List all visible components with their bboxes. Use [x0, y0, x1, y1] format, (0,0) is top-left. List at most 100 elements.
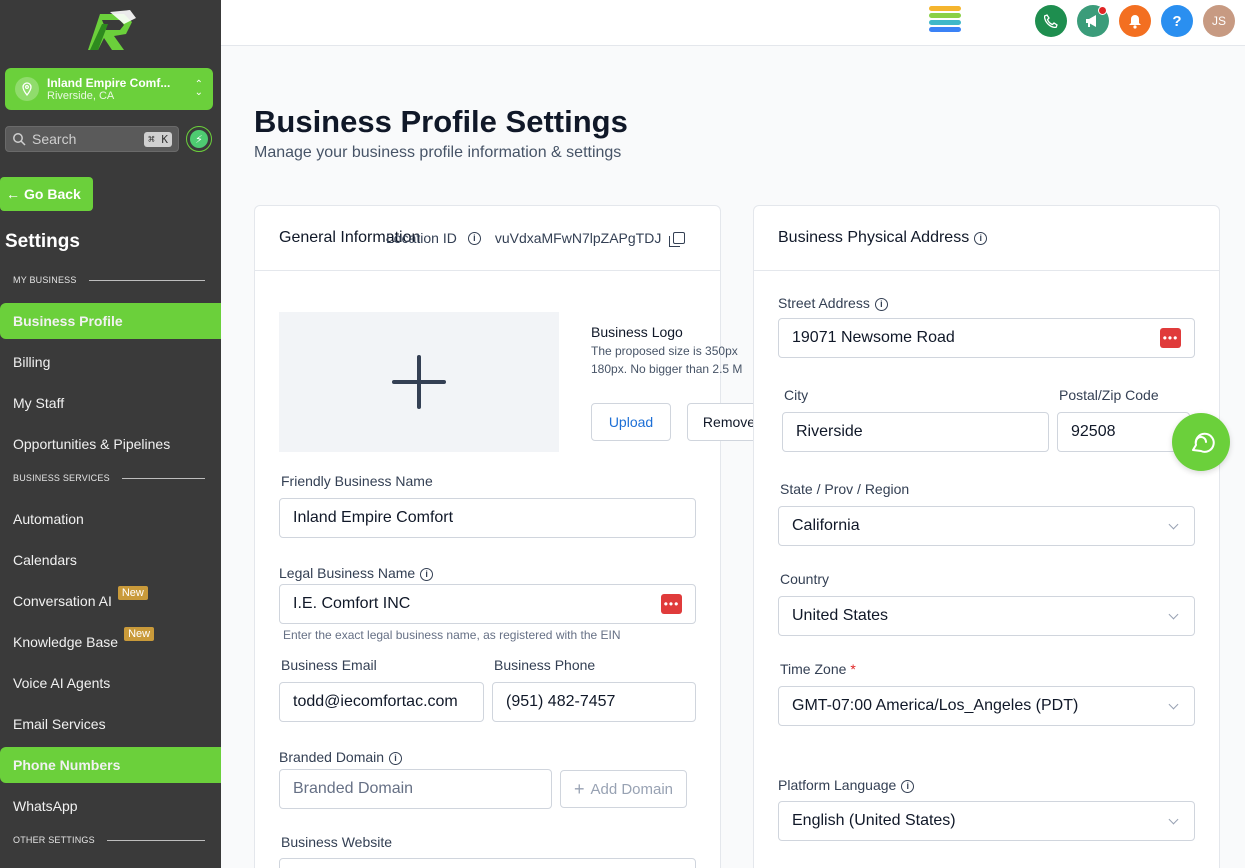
- business-phone-label: Business Phone: [494, 657, 596, 673]
- friendly-name-label: Friendly Business Name: [281, 473, 433, 489]
- add-domain-label: Add Domain: [590, 780, 674, 798]
- physical-address-header: Business Physical Address i: [754, 206, 1219, 271]
- logo-dropzone[interactable]: [279, 312, 559, 452]
- user-avatar[interactable]: JS: [1203, 5, 1235, 37]
- search-shortcut: ⌘ K: [144, 131, 172, 147]
- timezone-select[interactable]: GMT-07:00 America/Los_Angeles (PDT): [778, 686, 1195, 726]
- city-label: City: [784, 387, 809, 403]
- help-button[interactable]: ?: [1161, 5, 1193, 37]
- zip-label: Postal/Zip Code: [1059, 387, 1159, 403]
- legal-name-input[interactable]: I.E. Comfort INC •••: [279, 584, 696, 624]
- sidebar-item-opportunities[interactable]: Opportunities & Pipelines: [0, 426, 221, 462]
- legal-name-value: I.E. Comfort INC: [293, 595, 411, 612]
- page-title: Business Profile Settings: [254, 104, 628, 139]
- section-other-settings: OTHER SETTINGS: [13, 835, 205, 845]
- branded-domain-label: Branded Domain i: [279, 749, 403, 765]
- announcements-button[interactable]: [1077, 5, 1109, 37]
- chevron-down-icon: [1168, 609, 1179, 619]
- password-manager-icon[interactable]: •••: [1160, 328, 1181, 348]
- chat-widget-button[interactable]: [1172, 413, 1230, 471]
- state-label: State / Prov / Region: [780, 481, 910, 497]
- info-icon[interactable]: i: [467, 231, 481, 245]
- sidebar-item-voice-ai[interactable]: Voice AI Agents: [0, 665, 221, 701]
- brand-logo[interactable]: [80, 10, 138, 54]
- phone-button[interactable]: [1035, 5, 1067, 37]
- legal-name-label: Legal Business Name i: [279, 565, 434, 581]
- new-badge: New: [117, 586, 148, 600]
- chevron-down-icon: [1168, 814, 1179, 824]
- location-switcher[interactable]: Inland Empire Comf... Riverside, CA ⌃ ⌄: [5, 68, 213, 110]
- friendly-name-input[interactable]: Inland Empire Comfort: [279, 498, 696, 538]
- new-badge: New: [124, 627, 155, 641]
- country-label: Country: [780, 571, 830, 587]
- password-manager-icon[interactable]: •••: [661, 594, 682, 614]
- info-icon[interactable]: i: [974, 231, 988, 245]
- logo-hint-line-2: 180px. No bigger than 2.5 M: [591, 362, 743, 376]
- add-domain-button[interactable]: + Add Domain: [560, 770, 687, 808]
- legal-name-hint: Enter the exact legal business name, as …: [283, 628, 621, 642]
- chevron-down-icon: [1168, 699, 1179, 709]
- info-icon[interactable]: i: [874, 297, 888, 311]
- business-phone-input[interactable]: (951) 482-7457: [492, 682, 696, 722]
- business-email-label: Business Email: [281, 657, 377, 673]
- sidebar-item-conversation-ai[interactable]: Conversation AI New: [0, 583, 221, 619]
- branded-domain-input[interactable]: Branded Domain: [279, 769, 552, 809]
- street-address-input[interactable]: 19071 Newsome Road •••: [778, 318, 1195, 358]
- timezone-label: Time Zone *: [780, 661, 856, 677]
- platform-language-label: Platform Language i: [778, 777, 915, 793]
- business-website-label: Business Website: [281, 834, 393, 850]
- sidebar-item-automation[interactable]: Automation: [0, 501, 221, 537]
- search-input[interactable]: Search ⌘ K: [5, 126, 179, 152]
- top-bar: ? JS: [221, 0, 1245, 46]
- sidebar-item-email-services[interactable]: Email Services: [0, 706, 221, 742]
- app-stack-icon[interactable]: [929, 6, 961, 36]
- info-icon[interactable]: i: [420, 567, 434, 581]
- arrow-left-icon: ←: [6, 186, 20, 202]
- zip-input[interactable]: 92508: [1057, 412, 1190, 452]
- sidebar-item-calendars[interactable]: Calendars: [0, 542, 221, 578]
- info-icon[interactable]: i: [389, 751, 403, 765]
- sidebar-item-my-staff[interactable]: My Staff: [0, 385, 221, 421]
- business-website-input[interactable]: [279, 858, 696, 868]
- settings-title: Settings: [5, 231, 80, 252]
- zip-value: 92508: [1071, 423, 1116, 440]
- sidebar-item-phone-numbers[interactable]: Phone Numbers: [0, 747, 221, 783]
- city-input[interactable]: Riverside: [782, 412, 1049, 452]
- platform-language-select[interactable]: English (United States): [778, 801, 1195, 841]
- state-select[interactable]: California: [778, 506, 1195, 546]
- plus-icon: [392, 355, 446, 409]
- notifications-button[interactable]: [1119, 5, 1151, 37]
- location-city: Riverside, CA: [47, 90, 115, 102]
- required-marker: *: [850, 661, 856, 677]
- location-id: Location ID i vuVdxaMFwN7lpZAPgTDJ: [386, 230, 686, 247]
- section-my-business: MY BUSINESS: [13, 275, 205, 285]
- sidebar-item-knowledge-base[interactable]: Knowledge Base New: [0, 624, 221, 660]
- location-id-value: vuVdxaMFwN7lpZAPgTDJ: [494, 230, 662, 246]
- state-value: California: [792, 517, 860, 534]
- sidebar-item-billing[interactable]: Billing: [0, 344, 221, 380]
- copy-icon[interactable]: [669, 232, 686, 247]
- upload-button[interactable]: Upload: [591, 403, 671, 441]
- go-back-button[interactable]: ← Go Back: [0, 177, 93, 211]
- sidebar-item-whatsapp[interactable]: WhatsApp: [0, 788, 221, 824]
- street-address-value: 19071 Newsome Road: [792, 329, 955, 346]
- info-icon[interactable]: i: [901, 779, 915, 793]
- phone-icon: [1044, 14, 1058, 28]
- country-select[interactable]: United States: [778, 596, 1195, 636]
- business-email-value: todd@iecomfortac.com: [293, 693, 458, 710]
- bolt-icon: ⚡: [190, 130, 208, 148]
- platform-language-value: English (United States): [792, 812, 956, 829]
- sidebar-item-business-profile[interactable]: Business Profile: [0, 303, 221, 339]
- megaphone-icon: [1086, 15, 1096, 27]
- page-subtitle: Manage your business profile information…: [254, 144, 622, 161]
- business-email-input[interactable]: todd@iecomfortac.com: [279, 682, 484, 722]
- quick-actions-button[interactable]: ⚡: [186, 126, 212, 152]
- section-business-services: BUSINESS SERVICES: [13, 473, 205, 483]
- chevron-down-icon: [1168, 519, 1179, 529]
- chat-icon: [1192, 432, 1215, 453]
- city-value: Riverside: [796, 423, 863, 440]
- avatar-initials: JS: [1211, 14, 1226, 28]
- street-address-label: Street Address i: [778, 295, 888, 311]
- branded-domain-placeholder: Branded Domain: [293, 780, 414, 797]
- business-logo-title: Business Logo: [591, 324, 683, 340]
